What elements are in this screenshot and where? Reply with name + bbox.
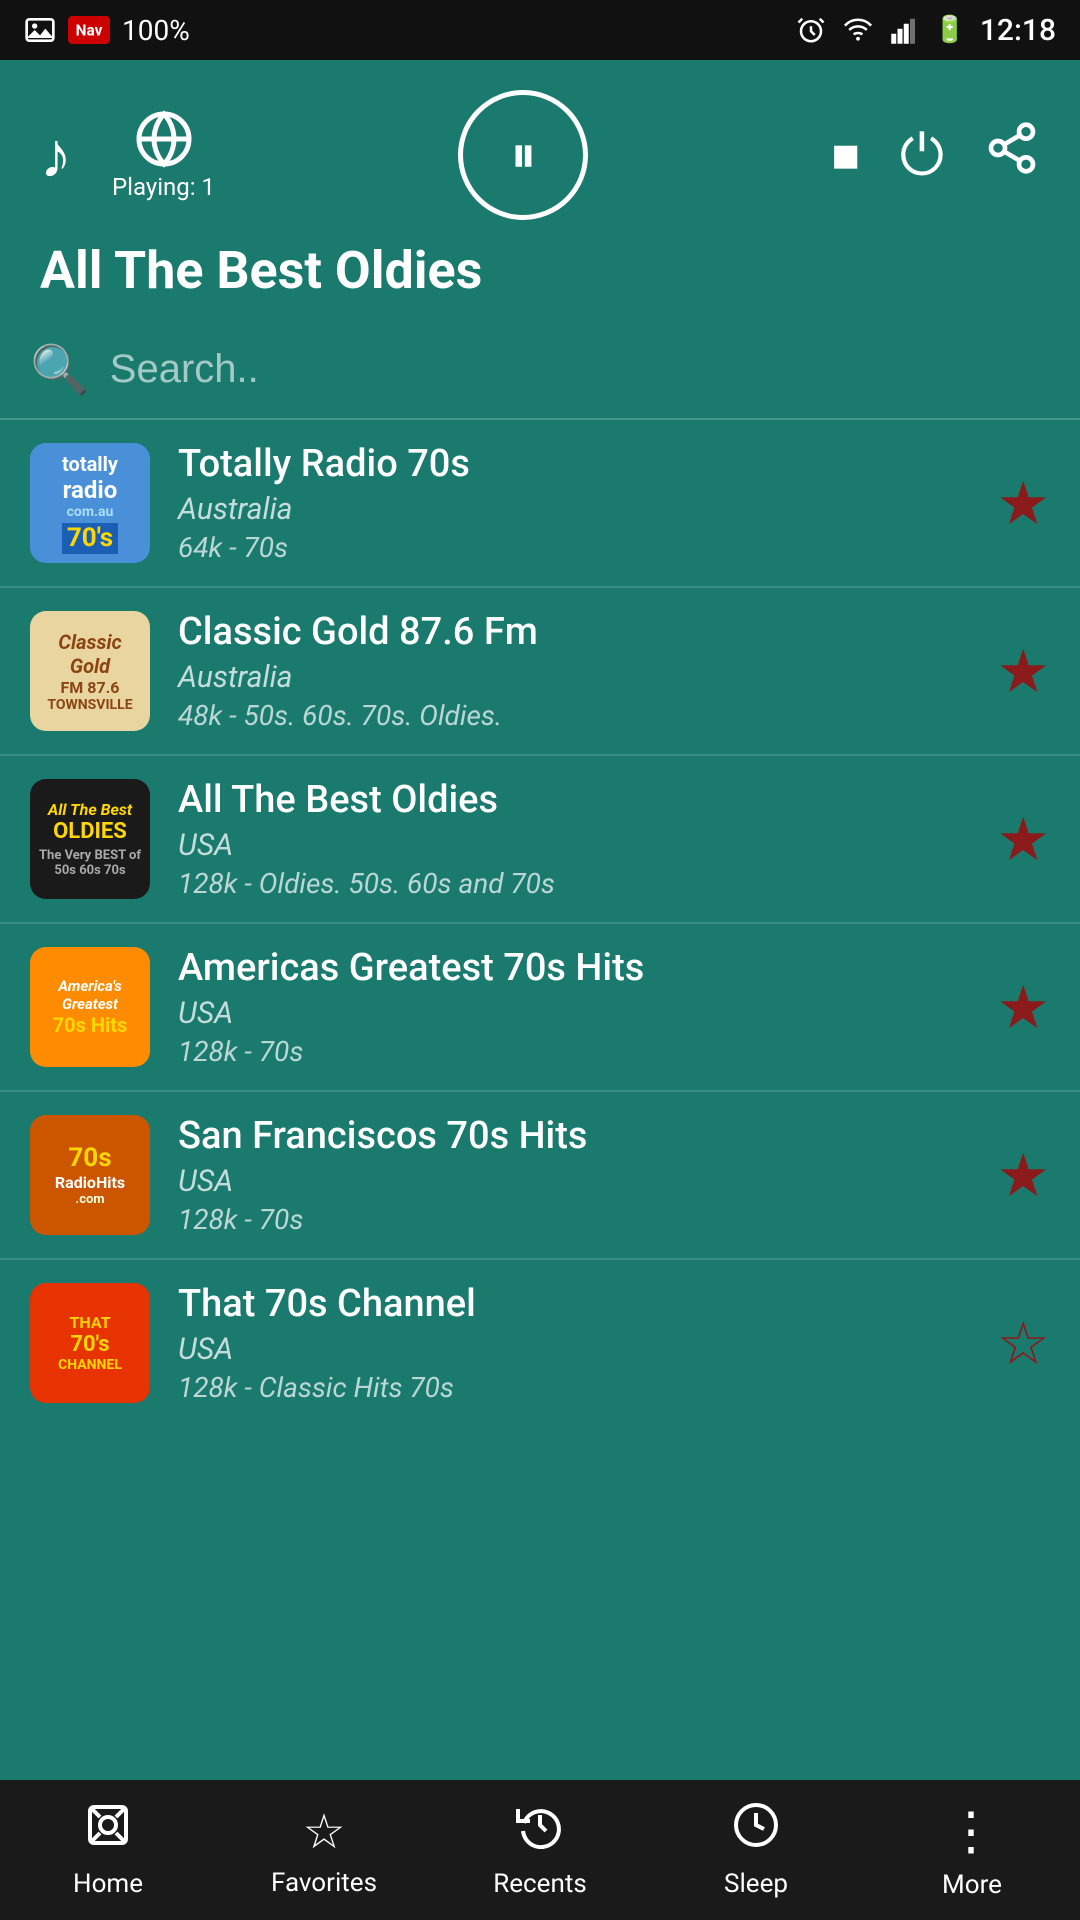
station-detail: 48k - 50s. 60s. 70s. Oldies. bbox=[178, 699, 968, 732]
station-detail: 128k - 70s bbox=[178, 1203, 968, 1236]
station-name: Americas Greatest 70s Hits bbox=[178, 946, 968, 990]
search-container: 🔍 bbox=[0, 321, 1080, 420]
time-display: 12:18 bbox=[980, 13, 1056, 48]
station-info: San Franciscos 70s Hits USA 128k - 70s bbox=[178, 1114, 968, 1236]
station-detail: 128k - Oldies. 50s. 60s and 70s bbox=[178, 867, 968, 900]
app-title: All The Best Oldies bbox=[40, 240, 1040, 301]
nav-label-favorites: Favorites bbox=[271, 1868, 377, 1898]
station-country: USA bbox=[178, 828, 968, 863]
music-icon[interactable]: ♪ bbox=[40, 118, 72, 193]
sleep-icon bbox=[732, 1801, 780, 1861]
station-logo: totally radio com.au 70's bbox=[30, 443, 150, 563]
search-input[interactable] bbox=[110, 347, 1050, 392]
station-info: Totally Radio 70s Australia 64k - 70s bbox=[178, 442, 968, 564]
share-svg bbox=[984, 120, 1040, 176]
share-button[interactable] bbox=[984, 120, 1040, 190]
controls-right: ⏹ ⏻ bbox=[832, 120, 1040, 190]
player-header: ♪ Playing: 1 ⏸ ⏹ ⏻ bbox=[0, 60, 1080, 321]
station-logo: America's Greatest 70s Hits bbox=[30, 947, 150, 1067]
nav-item-more[interactable]: ⋮ More bbox=[864, 1780, 1080, 1920]
station-country: Australia bbox=[178, 492, 968, 527]
station-detail: 128k - Classic Hits 70s bbox=[178, 1371, 968, 1404]
station-item[interactable]: 70s RadioHits .com San Franciscos 70s Hi… bbox=[0, 1092, 1080, 1260]
station-logo: Classic Gold FM 87.6 TOWNSVILLE bbox=[30, 611, 150, 731]
status-bar: Nav 100% 🔋 12:18 bbox=[0, 0, 1080, 60]
bottom-nav: Home ☆ Favorites Recents Sleep ⋮ More bbox=[0, 1780, 1080, 1920]
station-name: All The Best Oldies bbox=[178, 778, 968, 822]
power-button[interactable]: ⏻ bbox=[900, 122, 944, 189]
status-bar-left: Nav 100% bbox=[24, 14, 190, 47]
playing-label: Playing: 1 bbox=[112, 173, 215, 201]
station-info: That 70s Channel USA 128k - Classic Hits… bbox=[178, 1282, 968, 1404]
station-logo: All The Best OLDIES The Very BEST of 50s… bbox=[30, 779, 150, 899]
image-icon bbox=[24, 14, 56, 46]
favorites-icon: ☆ bbox=[302, 1803, 345, 1860]
search-icon: 🔍 bbox=[30, 341, 90, 398]
station-country: USA bbox=[178, 996, 968, 1031]
nav-item-sleep[interactable]: Sleep bbox=[648, 1780, 864, 1920]
search-bar: 🔍 bbox=[30, 341, 1050, 398]
nav-label-more: More bbox=[942, 1870, 1002, 1900]
station-info: All The Best Oldies USA 128k - Oldies. 5… bbox=[178, 778, 968, 900]
station-logo: 70s RadioHits .com bbox=[30, 1115, 150, 1235]
svg-text:Nav: Nav bbox=[76, 22, 103, 40]
nav-label-home: Home bbox=[73, 1869, 143, 1899]
pause-button[interactable]: ⏸ bbox=[458, 90, 588, 220]
controls-left: ♪ Playing: 1 bbox=[40, 109, 215, 201]
home-icon bbox=[84, 1801, 132, 1861]
radio-icon: Nav bbox=[68, 14, 110, 46]
signal-icon bbox=[890, 15, 920, 45]
favorite-button[interactable]: ★ bbox=[996, 636, 1050, 707]
station-detail: 64k - 70s bbox=[178, 531, 968, 564]
nav-item-favorites[interactable]: ☆ Favorites bbox=[216, 1780, 432, 1920]
favorite-button[interactable]: ★ bbox=[996, 468, 1050, 539]
station-logo: THAT 70's CHANNEL bbox=[30, 1283, 150, 1403]
status-bar-right: 🔋 12:18 bbox=[796, 13, 1057, 48]
favorite-button[interactable]: ☆ bbox=[996, 1308, 1050, 1379]
station-info: Classic Gold 87.6 Fm Australia 48k - 50s… bbox=[178, 610, 968, 732]
station-item[interactable]: totally radio com.au 70's Totally Radio … bbox=[0, 420, 1080, 588]
station-country: Australia bbox=[178, 660, 968, 695]
station-item[interactable]: Classic Gold FM 87.6 TOWNSVILLE Classic … bbox=[0, 588, 1080, 756]
station-name: That 70s Channel bbox=[178, 1282, 968, 1326]
more-icon: ⋮ bbox=[945, 1801, 999, 1862]
nav-label-sleep: Sleep bbox=[724, 1869, 788, 1899]
pause-icon: ⏸ bbox=[510, 124, 536, 186]
favorite-button[interactable]: ★ bbox=[996, 804, 1050, 875]
favorite-button[interactable]: ★ bbox=[996, 972, 1050, 1043]
globe-svg bbox=[134, 109, 194, 169]
station-item[interactable]: THAT 70's CHANNEL That 70s Channel USA 1… bbox=[0, 1260, 1080, 1426]
station-country: USA bbox=[178, 1332, 968, 1367]
alarm-icon bbox=[796, 15, 826, 45]
station-name: Totally Radio 70s bbox=[178, 442, 968, 486]
nav-item-recents[interactable]: Recents bbox=[432, 1780, 648, 1920]
station-name: San Franciscos 70s Hits bbox=[178, 1114, 968, 1158]
favorite-button[interactable]: ★ bbox=[996, 1140, 1050, 1211]
stop-button[interactable]: ⏹ bbox=[832, 122, 860, 189]
battery-percent: 100% bbox=[122, 14, 190, 47]
recents-icon bbox=[516, 1801, 564, 1861]
wifi-icon bbox=[840, 15, 876, 45]
globe-button[interactable]: Playing: 1 bbox=[112, 109, 215, 201]
nav-label-recents: Recents bbox=[493, 1869, 587, 1899]
station-item[interactable]: America's Greatest 70s Hits Americas Gre… bbox=[0, 924, 1080, 1092]
station-info: Americas Greatest 70s Hits USA 128k - 70… bbox=[178, 946, 968, 1068]
controls-row: ♪ Playing: 1 ⏸ ⏹ ⏻ bbox=[40, 90, 1040, 220]
station-item[interactable]: All The Best OLDIES The Very BEST of 50s… bbox=[0, 756, 1080, 924]
battery-full: 🔋 bbox=[934, 15, 966, 45]
station-country: USA bbox=[178, 1164, 968, 1199]
nav-item-home[interactable]: Home bbox=[0, 1780, 216, 1920]
station-detail: 128k - 70s bbox=[178, 1035, 968, 1068]
station-list: totally radio com.au 70's Totally Radio … bbox=[0, 420, 1080, 1822]
station-name: Classic Gold 87.6 Fm bbox=[178, 610, 968, 654]
